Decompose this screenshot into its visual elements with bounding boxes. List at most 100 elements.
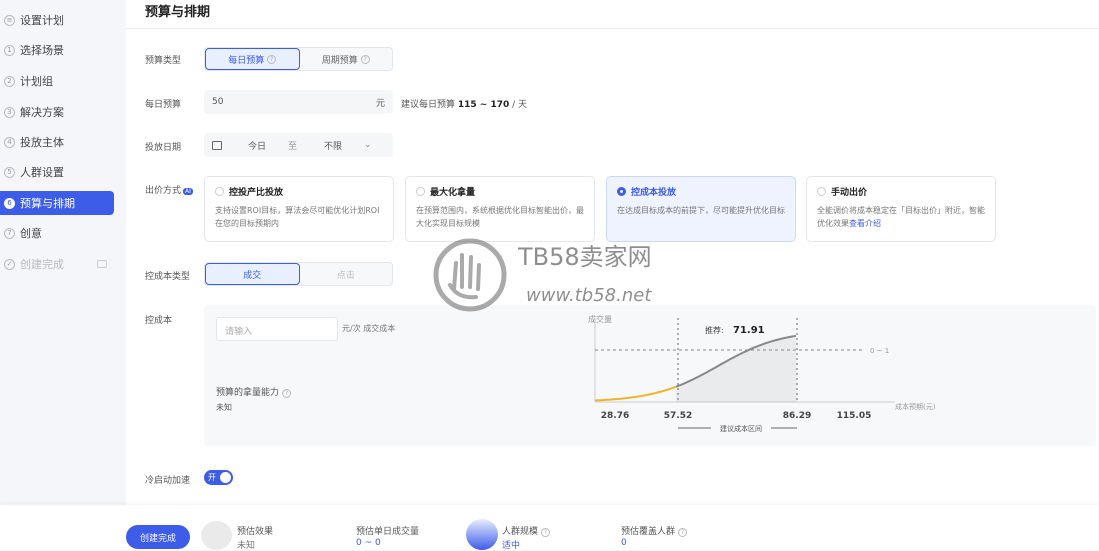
hint-range: 115 ~ 170 <box>457 100 510 110</box>
start-date[interactable]: 今日 <box>248 139 288 152</box>
daily-budget-label: 每日预算 <box>145 100 182 110</box>
chevron-down-icon: ⌄ <box>364 140 372 150</box>
cost-label: 控成本 <box>145 316 173 326</box>
curve-area <box>676 335 797 402</box>
sidebar-item-plan-group[interactable]: 2 计划组 <box>0 69 114 93</box>
coverage-label: 预估覆盖人群? <box>621 524 688 537</box>
card-desc: 在预算范围内，系统根据优化目标智能出价，最大化实现目标规模 <box>416 206 584 228</box>
sidebar-item-label: 人群设置 <box>20 166 64 179</box>
page-title: 预算与排期 <box>145 5 211 20</box>
recommend-label: 推荐: <box>705 325 724 335</box>
radio-icon <box>817 187 826 196</box>
toggle-knob <box>220 472 231 483</box>
toggle-label: 开 <box>208 473 216 482</box>
sidebar-item-label: 选择场景 <box>20 44 64 57</box>
list-icon: ≡ <box>4 14 15 26</box>
radio-icon <box>416 187 425 196</box>
est-deals-value: 0 ~ 0 <box>356 538 381 548</box>
watermark: TB58卖家网 www.tb58.net <box>433 238 652 312</box>
budget-type-selector: 每日预算? 周期预算? <box>204 47 393 71</box>
ref-label: 0 ~ 1 <box>870 347 889 355</box>
sidebar-item-subject[interactable]: 4 投放主体 <box>0 130 114 154</box>
card-title: 控投产比投放 <box>229 188 284 198</box>
option-label: 每日预算 <box>228 55 265 66</box>
sidebar-item-crowd[interactable]: 5 人群设置 <box>0 160 114 184</box>
help-icon[interactable]: ? <box>678 528 688 537</box>
bid-card-roi[interactable]: 控投产比投放 支持设置ROI目标，算法会尽可能优化计划ROI在您的目标预期内 <box>204 176 394 242</box>
help-icon[interactable]: ? <box>541 528 551 537</box>
budget-type-label: 预算类型 <box>145 56 182 66</box>
cost-unit: 元/次 成交成本 <box>342 324 396 333</box>
dates-label: 投放日期 <box>145 143 182 153</box>
card-title: 控成本投放 <box>631 188 677 198</box>
recommend-value: 71.91 <box>733 325 765 336</box>
hint-prefix: 建议每日预算 <box>401 100 456 110</box>
sidebar-item-complete: ✓ 创建完成 <box>0 252 114 276</box>
unit-label: 元 <box>375 98 385 109</box>
sidebar-item-solution[interactable]: 3 解决方案 <box>0 100 114 124</box>
x-tick-label: 115.05 <box>837 411 872 421</box>
radio-icon <box>215 187 224 196</box>
x-tick-label: 57.52 <box>664 411 692 421</box>
cold-start-toggle[interactable]: 开 <box>204 470 233 485</box>
crowd-value: 适中 <box>502 541 521 551</box>
curve-low <box>594 385 677 402</box>
radio-selected-icon <box>617 187 626 196</box>
daily-budget-input[interactable]: 50 元 <box>204 90 393 114</box>
sidebar-item-scene[interactable]: 1 选择场景 <box>0 38 114 62</box>
end-date[interactable]: 不限 <box>324 139 364 152</box>
card-desc: 在达成目标成本的前提下，尽可能提升优化目标 <box>617 206 785 215</box>
watermark-url: www.tb58.net <box>526 285 652 306</box>
cost-volume-chart: 成交量 0 ~ 1 推荐: 71.91 28.76 57.52 86.29 115.0… <box>588 314 936 434</box>
sidebar-item-label: 预算与排期 <box>20 197 75 210</box>
sidebar-item-label: 解决方案 <box>20 106 64 119</box>
card-desc: 支持设置ROI目标，算法会尽可能优化计划ROI在您的目标预期内 <box>215 206 380 228</box>
capability-text: 预算的拿量能力 <box>216 388 280 398</box>
range-separator: 至 <box>288 141 298 152</box>
card-title: 手动出价 <box>831 188 868 198</box>
sidebar-item-budget[interactable]: 6 预算与排期 <box>0 191 114 215</box>
date-range-picker[interactable]: 今日 至 不限 ⌄ <box>204 133 393 157</box>
crowd-text: 人群规模 <box>502 527 539 537</box>
sidebar-item-label: 设置计划 <box>20 14 64 27</box>
step-number: 5 <box>4 166 15 178</box>
sidebar-item-label: 创意 <box>20 227 42 240</box>
crowd-gauge-icon <box>466 519 498 550</box>
daily-budget-value: 50 <box>212 97 224 107</box>
help-icon[interactable]: ? <box>267 54 277 64</box>
crowd-label: 人群规模? <box>502 524 551 537</box>
sidebar-item-creative[interactable]: 7 创意 <box>0 221 114 245</box>
x-tick-label: 28.76 <box>601 411 629 421</box>
calendar-icon <box>212 140 222 150</box>
step-number: 3 <box>4 106 15 118</box>
x-tick-label: 86.29 <box>783 411 811 421</box>
bid-card-cost-control[interactable]: 控成本投放 在达成目标成本的前提下，尽可能提升优化目标 <box>606 176 796 242</box>
create-button[interactable]: 创建完成 <box>126 525 190 549</box>
sidebar-item-plan-settings[interactable]: ≡ 设置计划 <box>0 8 114 32</box>
step-number: 7 <box>4 227 15 239</box>
card-desc: 全能调价将成本稳定在「目标出价」附近，智能优化效果 <box>817 206 985 228</box>
step-number: 4 <box>4 136 15 148</box>
help-icon[interactable]: ? <box>360 54 370 64</box>
watermark-title: TB58卖家网 <box>517 243 652 271</box>
ai-badge: AI <box>183 188 193 195</box>
option-daily-budget[interactable]: 每日预算? <box>205 48 300 70</box>
help-icon[interactable]: ? <box>282 389 292 398</box>
card-title: 最大化拿量 <box>430 188 476 198</box>
bid-card-max-volume[interactable]: 最大化拿量 在预算范围内，系统根据优化目标智能出价，最大化实现目标规模 <box>405 176 595 242</box>
x-tick-labels: 28.76 57.52 86.29 115.05 <box>601 411 872 421</box>
coverage-value: 0 <box>621 538 627 548</box>
x-axis-label: 成本预期(元) <box>895 402 936 411</box>
learn-more-link[interactable]: 查看介绍 <box>849 219 881 228</box>
bid-card-manual[interactable]: 手动出价 全能调价将成本稳定在「目标出价」附近，智能优化效果查看介绍 <box>806 176 996 242</box>
sidebar-item-label: 计划组 <box>20 75 53 88</box>
option-deal[interactable]: 成交 <box>205 263 300 285</box>
option-label: 周期预算 <box>321 55 358 66</box>
option-period-budget[interactable]: 周期预算? <box>300 48 393 70</box>
cold-start-label: 冷启动加速 <box>145 476 191 486</box>
cost-input[interactable]: 请输入 <box>216 317 338 341</box>
est-effect-value: 未知 <box>237 541 256 551</box>
step-number: 6 <box>4 197 15 209</box>
sidebar: ≡ 设置计划 1 选择场景 2 计划组 3 解决方案 4 投放主体 5 人群设置… <box>0 0 122 550</box>
option-click[interactable]: 点击 <box>300 263 393 285</box>
